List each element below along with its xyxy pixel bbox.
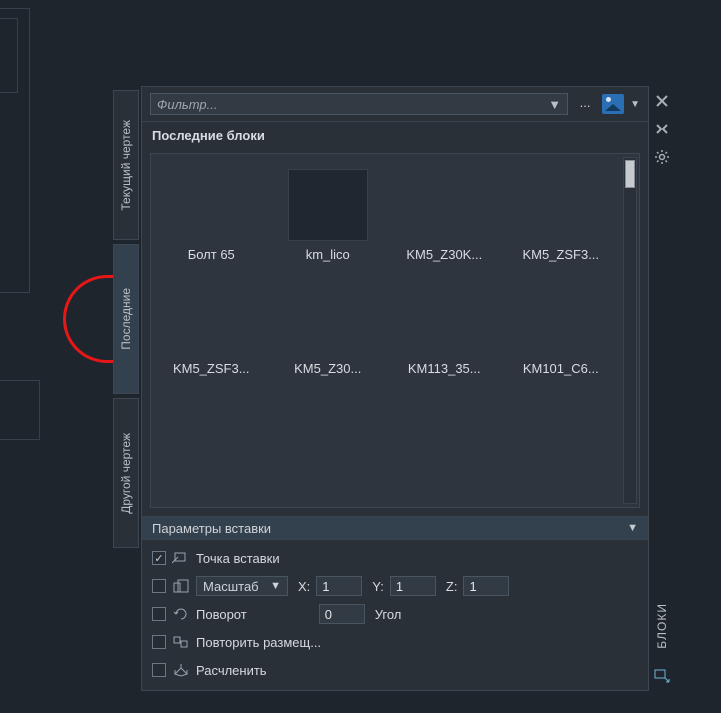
block-item[interactable]: KM101_C6... bbox=[505, 274, 618, 384]
x-label: X: bbox=[298, 579, 310, 594]
rotation-checkbox[interactable] bbox=[152, 607, 166, 621]
autohide-icon[interactable] bbox=[653, 120, 671, 138]
gear-icon[interactable] bbox=[653, 148, 671, 166]
row-insertion-point: Точка вставки bbox=[152, 546, 638, 570]
row-rotation: Поворот 0 Угол bbox=[152, 602, 638, 626]
params-header[interactable]: Параметры вставки ▼ bbox=[142, 516, 648, 540]
block-thumbnail bbox=[404, 283, 484, 355]
block-thumbnail bbox=[288, 169, 368, 241]
scrollbar[interactable] bbox=[623, 157, 637, 504]
block-item[interactable]: KM5_ZSF3... bbox=[505, 160, 618, 270]
section-title: Последние блоки bbox=[142, 122, 648, 149]
block-item[interactable]: Болт 65 bbox=[155, 160, 268, 270]
chevron-down-icon: ▼ bbox=[627, 522, 638, 534]
params-body: Точка вставки Масштаб ▼ X: 1 Y: 1 Z: 1 bbox=[142, 540, 648, 690]
block-label: KM5_ZSF3... bbox=[173, 361, 250, 376]
tab-current-drawing[interactable]: Текущий чертеж bbox=[113, 90, 139, 240]
canvas-rect bbox=[0, 380, 40, 440]
repeat-checkbox[interactable] bbox=[152, 635, 166, 649]
insertion-point-label: Точка вставки bbox=[196, 551, 280, 566]
block-thumbnail bbox=[171, 169, 251, 241]
rotation-input[interactable]: 0 bbox=[319, 604, 365, 624]
block-label: KM5_ZSF3... bbox=[522, 247, 599, 262]
scale-z-input[interactable]: 1 bbox=[463, 576, 509, 596]
scrollbar-thumb[interactable] bbox=[625, 160, 635, 188]
chevron-down-icon: ▼ bbox=[270, 580, 281, 592]
insertion-point-checkbox[interactable] bbox=[152, 551, 166, 565]
side-tabs: Текущий чертеж Последние Другой чертеж bbox=[113, 86, 141, 691]
chevron-down-icon[interactable]: ▼ bbox=[630, 99, 640, 110]
explode-label: Расчленить bbox=[196, 663, 267, 678]
browse-button[interactable]: ... bbox=[574, 93, 596, 115]
tab-label: Последние bbox=[119, 288, 133, 350]
block-thumbnail bbox=[288, 283, 368, 355]
row-scale: Масштаб ▼ X: 1 Y: 1 Z: 1 bbox=[152, 574, 638, 598]
block-label: km_lico bbox=[306, 247, 350, 262]
block-item[interactable]: KM5_ZSF3... bbox=[155, 274, 268, 384]
block-item[interactable]: KM5_Z30... bbox=[272, 274, 385, 384]
insertion-point-icon bbox=[172, 550, 190, 566]
blocks-palette: Текущий чертеж Последние Другой чертеж Ф… bbox=[113, 86, 675, 691]
repeat-icon bbox=[172, 634, 190, 650]
block-item[interactable]: km_lico bbox=[272, 160, 385, 270]
block-label: KM113_35... bbox=[408, 361, 481, 376]
row-repeat: Повторить размещ... bbox=[152, 630, 638, 654]
block-thumbnail bbox=[521, 169, 601, 241]
palette-title: БЛОКИ bbox=[655, 603, 669, 649]
chevron-down-icon: ▼ bbox=[548, 97, 561, 112]
block-label: KM101_C6... bbox=[523, 361, 599, 376]
tab-other-drawing[interactable]: Другой чертеж bbox=[113, 398, 139, 548]
filter-dropdown[interactable]: Фильтр... ▼ bbox=[150, 93, 568, 115]
block-item[interactable]: KM5_Z30K... bbox=[388, 160, 501, 270]
explode-checkbox[interactable] bbox=[152, 663, 166, 677]
block-thumbnail bbox=[171, 283, 251, 355]
tab-label: Текущий чертеж bbox=[119, 120, 133, 211]
thumbnail-mode-icon[interactable] bbox=[602, 94, 624, 114]
block-label: Болт 65 bbox=[188, 247, 235, 262]
repeat-label: Повторить размещ... bbox=[196, 635, 321, 650]
rotation-label: Поворот bbox=[196, 607, 247, 622]
scale-y-input[interactable]: 1 bbox=[390, 576, 436, 596]
palette-controls: БЛОКИ bbox=[649, 86, 675, 691]
block-label: KM5_Z30... bbox=[294, 361, 361, 376]
z-label: Z: bbox=[446, 579, 458, 594]
block-item[interactable]: KM113_35... bbox=[388, 274, 501, 384]
rotation-icon bbox=[172, 606, 190, 622]
scale-checkbox[interactable] bbox=[152, 579, 166, 593]
scale-mode-label: Масштаб bbox=[203, 579, 259, 594]
block-thumbnail bbox=[404, 169, 484, 241]
block-label: KM5_Z30K... bbox=[406, 247, 482, 262]
blocks-list: Болт 65 km_lico KM5_Z30K... KM5_ZSF3... KM5_… bbox=[150, 153, 640, 508]
y-label: Y: bbox=[372, 579, 384, 594]
scale-x-input[interactable]: 1 bbox=[316, 576, 362, 596]
explode-icon bbox=[172, 662, 190, 678]
annotation-highlight bbox=[63, 275, 115, 363]
row-explode: Расчленить bbox=[152, 658, 638, 682]
rotation-unit: Угол bbox=[375, 607, 402, 622]
canvas-rect bbox=[0, 18, 18, 93]
palette-footer-icon[interactable] bbox=[652, 667, 672, 685]
scale-mode-select[interactable]: Масштаб ▼ bbox=[196, 576, 288, 596]
scale-icon bbox=[172, 578, 190, 594]
params-title: Параметры вставки bbox=[152, 521, 271, 536]
tab-recent[interactable]: Последние bbox=[113, 244, 139, 394]
filter-placeholder: Фильтр... bbox=[157, 97, 217, 112]
panel-body: Фильтр... ▼ ... ▼ Последние блоки Болт 6… bbox=[141, 86, 649, 691]
close-icon[interactable] bbox=[653, 92, 671, 110]
tab-label: Другой чертеж bbox=[119, 433, 133, 514]
panel-toolbar: Фильтр... ▼ ... ▼ bbox=[142, 87, 648, 122]
block-thumbnail bbox=[521, 283, 601, 355]
